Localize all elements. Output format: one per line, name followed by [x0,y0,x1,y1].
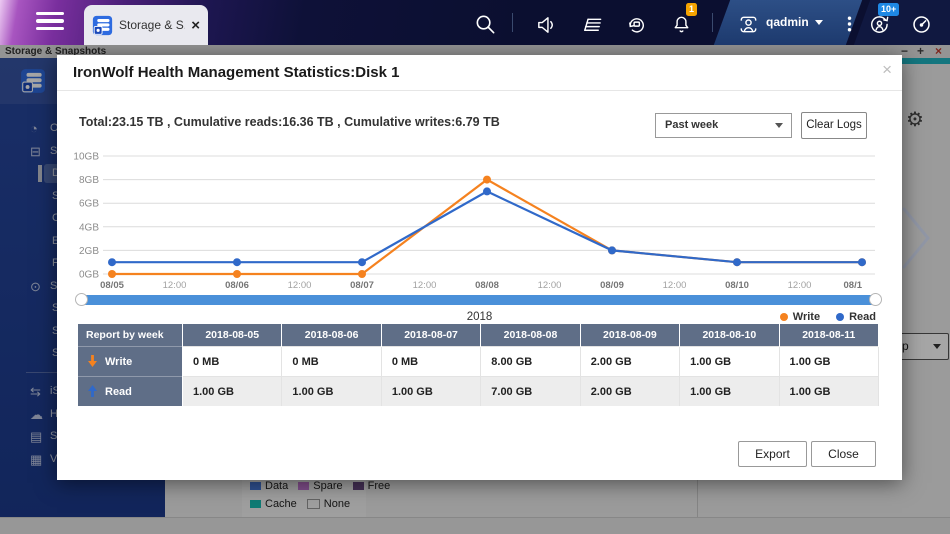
slider-left-handle[interactable] [75,293,88,306]
value-cell: 0 MB [282,347,381,377]
table-row-read: Read1.00 GB1.00 GB1.00 GB7.00 GB2.00 GB1… [78,377,879,407]
separator [712,13,713,32]
slider-right-handle[interactable] [869,293,882,306]
iw-chart[interactable]: 0GB 2GB 4GB 6GB 8GB 10GB 08/05 12:00 08/06 12:00 0… [57,147,902,297]
value-cell: 1.00 GB [680,347,779,377]
legend-write[interactable]: Write [780,311,820,323]
svg-text:12:00: 12:00 [663,280,687,291]
column-header: 2018-08-06 [282,324,381,347]
desktop-topbar: Storage & S... × 1 [0,0,950,45]
svg-text:0GB: 0GB [79,270,99,281]
caret-down-icon [775,123,783,128]
totals-summary: Total:23.15 TB , Cumulative reads:16.36 … [79,115,500,129]
svg-text:08/07: 08/07 [350,280,374,291]
dialog-header: IronWolf Health Management Statistics:Di… [57,55,902,91]
clear-logs-button[interactable]: Clear Logs [801,112,867,139]
year-label: 2018 [57,311,902,323]
background-tasks-badge: 10+ [878,3,899,16]
dialog-title: IronWolf Health Management Statistics:Di… [73,64,399,81]
column-header: 2018-08-05 [183,324,282,347]
main-menu-button[interactable] [36,12,64,33]
svg-text:08/09: 08/09 [600,280,624,291]
value-cell: 2.00 GB [580,347,679,377]
value-cell: 0 MB [381,347,480,377]
legend-read[interactable]: Read [836,311,876,323]
svg-text:12:00: 12:00 [538,280,562,291]
row-label-read: Read [78,377,183,407]
value-cell: 1.00 GB [779,347,878,377]
time-range-value: Past week [665,114,718,137]
column-header: 2018-08-09 [580,324,679,347]
dialog-close-icon[interactable]: × [882,60,892,80]
value-cell: 1.00 GB [183,377,282,407]
svg-text:08/06: 08/06 [225,280,249,291]
svg-text:12:00: 12:00 [788,280,812,291]
chart-legend: Write Read [780,311,876,323]
svg-text:10GB: 10GB [73,152,99,163]
storage-app-icon [92,15,113,36]
svg-text:12:00: 12:00 [413,280,437,291]
backup-sync-icon[interactable] [625,13,648,36]
value-cell: 0 MB [183,347,282,377]
app-tab-storage-snapshots[interactable]: Storage & S... × [84,5,208,45]
stats-table-header-row: Report by week 2018-08-052018-08-062018-… [78,324,879,347]
screen: Storage & S... × 1 [0,0,950,534]
svg-text:12:00: 12:00 [288,280,312,291]
time-range-dropdown[interactable]: Past week [655,113,792,138]
search-icon[interactable] [474,13,497,36]
svg-text:8GB: 8GB [79,175,99,186]
read-arrow-icon [88,385,97,397]
read-dot-icon [836,313,844,321]
row-label-write: Write [78,347,183,377]
write-dot-icon [780,313,788,321]
stats-table-body: Write0 MB0 MB0 MB8.00 GB2.00 GB1.00 GB1.… [78,347,879,407]
value-cell: 1.00 GB [680,377,779,407]
caret-down-icon [815,20,823,25]
svg-text:08/1: 08/1 [844,280,863,291]
stats-table: Report by week 2018-08-052018-08-062018-… [78,324,879,406]
svg-text:08/10: 08/10 [725,280,749,291]
write-arrow-icon [88,355,97,367]
column-header: 2018-08-07 [381,324,480,347]
value-cell: 7.00 GB [481,377,580,407]
table-row-write: Write0 MB0 MB0 MB8.00 GB2.00 GB1.00 GB1.… [78,347,879,377]
app-tab-label: Storage & S... [119,18,185,32]
column-header: 2018-08-10 [680,324,779,347]
tab-close-icon[interactable]: × [191,18,200,33]
value-cell: 1.00 GB [381,377,480,407]
value-cell: 2.00 GB [580,377,679,407]
notification-badge: 1 [686,3,697,16]
value-cell: 1.00 GB [779,377,878,407]
close-button[interactable]: Close [811,441,876,467]
background-tasks-icon[interactable] [868,13,891,36]
ironwolf-stats-dialog: IronWolf Health Management Statistics:Di… [57,55,902,480]
time-range-slider[interactable] [77,295,880,305]
value-cell: 1.00 GB [282,377,381,407]
event-logs-icon[interactable] [580,13,603,36]
svg-text:08/08: 08/08 [475,280,499,291]
user-avatar-icon[interactable] [737,13,760,36]
dashboard-icon[interactable] [910,13,933,36]
svg-text:08/05: 08/05 [100,280,124,291]
table-corner-header: Report by week [78,324,183,347]
value-cell: 8.00 GB [481,347,580,377]
svg-text:6GB: 6GB [79,199,99,210]
more-options-icon[interactable] [838,13,861,36]
svg-text:2GB: 2GB [79,246,99,257]
user-name: qadmin [766,15,809,29]
svg-text:12:00: 12:00 [163,280,187,291]
export-button[interactable]: Export [738,441,807,467]
user-menu[interactable]: qadmin [766,15,823,29]
column-header: 2018-08-11 [779,324,878,347]
svg-text:4GB: 4GB [79,222,99,233]
column-header: 2018-08-08 [481,324,580,347]
notification-bell-icon[interactable] [670,13,693,36]
announcement-icon[interactable] [535,13,558,36]
separator [512,13,513,32]
